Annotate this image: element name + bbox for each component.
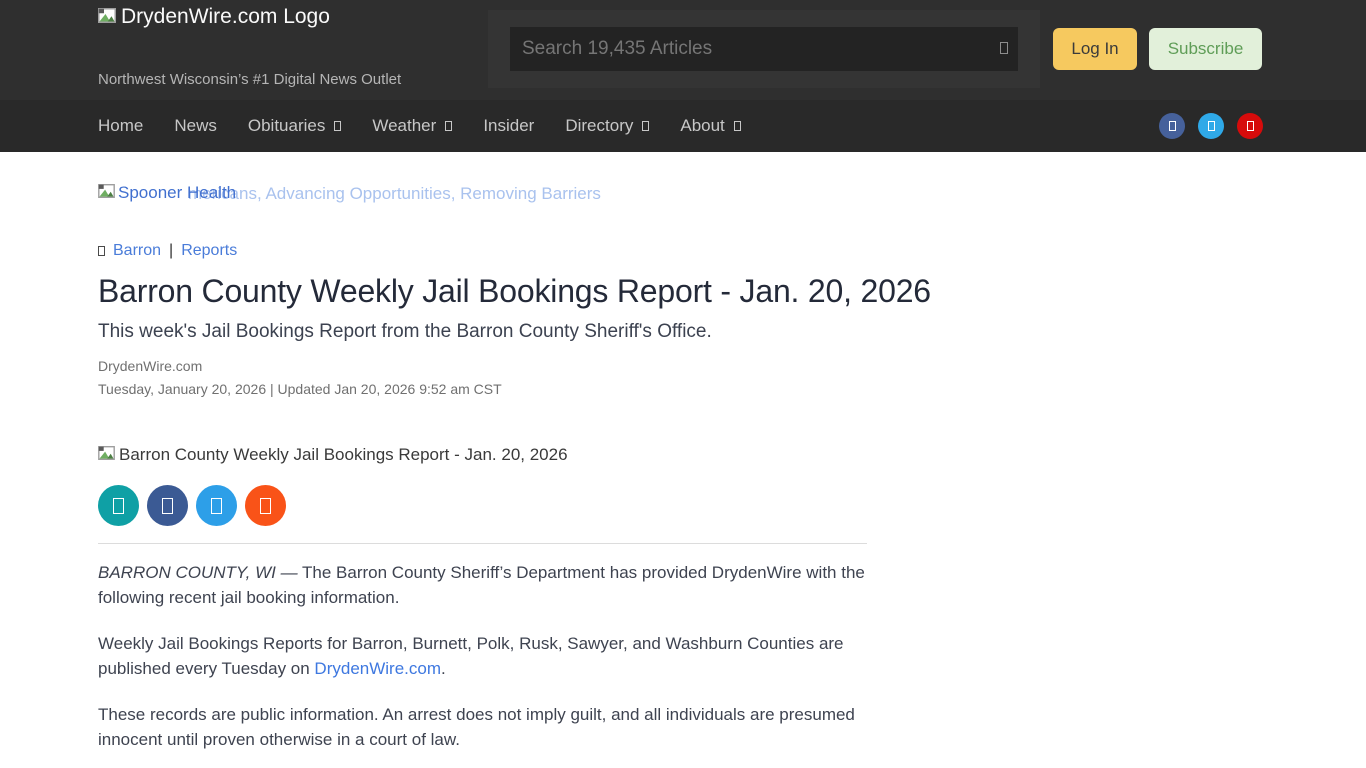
search-bar-container [488,10,1040,88]
main-nav: Home News Obituaries Weather Insider Dir… [0,100,1366,152]
broken-image-icon [98,183,115,203]
login-button[interactable]: Log In [1053,28,1137,70]
nav-item-insider[interactable]: Insider [483,116,534,136]
article-image-broken: Barron County Weekly Jail Bookings Repor… [98,445,1366,465]
nav-label: Directory [565,116,633,136]
paragraph-text: . [441,659,446,678]
dropdown-caret-icon [445,121,452,131]
article-subtitle: This week's Jail Bookings Report from th… [98,321,1366,343]
share-reddit-icon[interactable] [245,485,286,526]
search-input[interactable] [510,27,1018,71]
article-paragraph-1: BARRON COUNTY, WI — The Barron County Sh… [98,560,867,610]
nav-label: News [174,116,217,136]
nav-label: Home [98,116,143,136]
share-twitter-icon[interactable] [196,485,237,526]
site-logo[interactable]: DrydenWire.com Logo [98,5,330,29]
drydenwire-link[interactable]: DrydenWire.com [314,659,441,678]
article-title: Barron County Weekly Jail Bookings Repor… [98,273,1366,310]
nav-item-news[interactable]: News [174,116,217,136]
subscribe-button[interactable]: Subscribe [1149,28,1262,70]
nav-item-about[interactable]: About [680,116,740,136]
article-byline: DrydenWire.com [98,358,1366,374]
nav-label: Weather [372,116,436,136]
nav-item-obituaries[interactable]: Obituaries [248,116,341,136]
twitter-icon[interactable] [1198,113,1224,139]
site-header: DrydenWire.com Logo Northwest Wisconsin’… [0,0,1366,100]
nav-label: Insider [483,116,534,136]
location-pin-icon [98,246,105,256]
breadcrumb-separator: | [169,242,173,260]
paragraph-lead-in: BARRON COUNTY, WI — [98,563,298,582]
article-image-alt-text: Barron County Weekly Jail Bookings Repor… [119,445,568,465]
nav-label: About [680,116,724,136]
broken-image-icon [98,445,115,465]
share-buttons-row [98,485,1366,526]
banner-ad-alt-underlay: mericans, Advancing Opportunities, Remov… [188,184,601,204]
article-paragraph-2: Weekly Jail Bookings Reports for Barron,… [98,631,867,681]
article-paragraph-3: These records are public information. An… [98,702,867,752]
broken-image-icon [98,5,116,29]
site-tagline: Northwest Wisconsin’s #1 Digital News Ou… [98,71,401,88]
breadcrumb-section-link[interactable]: Reports [181,242,237,260]
nav-item-weather[interactable]: Weather [372,116,452,136]
dropdown-caret-icon [734,121,741,131]
nav-label: Obituaries [248,116,325,136]
facebook-icon[interactable] [1159,113,1185,139]
breadcrumb-category-link[interactable]: Barron [113,242,161,260]
logo-alt-text: DrydenWire.com Logo [121,5,330,29]
share-facebook-icon[interactable] [147,485,188,526]
banner-ad-link[interactable]: Spooner Health [98,183,236,203]
article-divider [98,543,867,544]
breadcrumb: Barron | Reports [98,242,1366,260]
banner-ad[interactable]: mericans, Advancing Opportunities, Remov… [98,183,798,204]
paragraph-text: Weekly Jail Bookings Reports for Barron,… [98,634,844,678]
article-dateline: Tuesday, January 20, 2026 | Updated Jan … [98,381,1366,397]
dropdown-caret-icon [642,121,649,131]
youtube-icon[interactable] [1237,113,1263,139]
share-teal-icon[interactable] [98,485,139,526]
page-content: mericans, Advancing Opportunities, Remov… [0,183,1366,768]
search-icon[interactable] [1000,41,1008,59]
nav-item-directory[interactable]: Directory [565,116,649,136]
nav-item-home[interactable]: Home [98,116,143,136]
banner-ad-alt-text: Spooner Health [118,183,236,203]
dropdown-caret-icon [334,121,341,131]
nav-social-links [1159,113,1263,139]
